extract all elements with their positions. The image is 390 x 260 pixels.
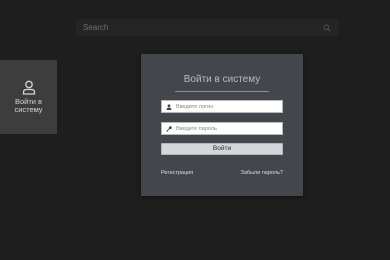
key-icon — [165, 125, 172, 132]
password-input[interactable] — [176, 125, 276, 132]
login-submit-button[interactable]: Войти — [161, 143, 283, 155]
register-link[interactable]: Регистрация — [161, 170, 193, 176]
title-divider — [175, 91, 269, 92]
dialog-title: Войти в систему — [183, 74, 261, 85]
page: Search Войти в системy Войти в систему В… — [0, 0, 390, 260]
sidebar-login-label: Войти в системy — [14, 97, 43, 114]
search-bar[interactable]: Search — [76, 19, 338, 36]
login-dialog: Войти в систему Войти Регистра — [141, 54, 303, 196]
user-icon — [165, 103, 172, 110]
login-field[interactable] — [161, 100, 283, 113]
forgot-password-link[interactable]: Забыли пароль? — [241, 170, 283, 176]
search-icon[interactable] — [322, 23, 331, 32]
login-input[interactable] — [176, 103, 276, 110]
search-input[interactable]: Search — [83, 23, 322, 32]
user-icon — [22, 80, 35, 95]
password-field[interactable] — [161, 122, 283, 135]
sidebar-login-button[interactable]: Войти в системy — [0, 60, 57, 134]
